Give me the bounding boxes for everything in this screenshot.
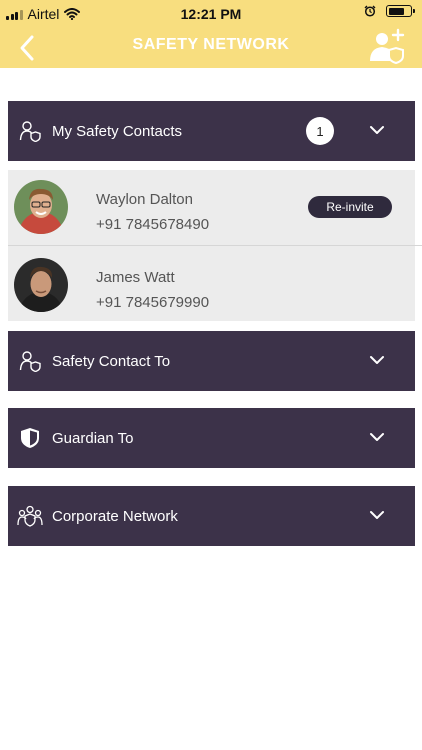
chevron-down-icon[interactable] bbox=[369, 430, 385, 444]
alarm-icon bbox=[364, 5, 376, 17]
avatar bbox=[14, 180, 68, 234]
chevron-down-icon[interactable] bbox=[369, 508, 385, 522]
contact-name: James Watt bbox=[96, 269, 175, 286]
section-label: Guardian To bbox=[52, 429, 134, 447]
page-title: SAFETY NETWORK bbox=[132, 36, 290, 53]
safety-contact-icon bbox=[17, 118, 43, 144]
section-safety-contact-to[interactable]: Safety Contact To bbox=[8, 331, 415, 391]
add-contact-icon[interactable] bbox=[366, 28, 406, 64]
section-my-safety-contacts[interactable]: My Safety Contacts 1 bbox=[8, 101, 415, 161]
contacts-list: Waylon Dalton +91 7845678490 Re-invite J… bbox=[8, 170, 422, 324]
list-item[interactable]: Waylon Dalton +91 7845678490 Re-invite bbox=[8, 170, 422, 246]
avatar bbox=[14, 258, 68, 312]
section-label: My Safety Contacts bbox=[52, 122, 183, 140]
safety-network-screen: Airtel 12:21 PM SAFETY NETWORK My Safety… bbox=[0, 0, 422, 750]
app-header: Airtel 12:21 PM SAFETY NETWORK bbox=[0, 0, 422, 68]
battery-icon bbox=[386, 5, 415, 17]
contact-name: Waylon Dalton bbox=[96, 191, 193, 208]
nav-bar: SAFETY NETWORK bbox=[0, 28, 422, 68]
safety-contact-icon bbox=[17, 348, 43, 374]
chevron-down-icon[interactable] bbox=[369, 123, 385, 137]
section-corporate-network[interactable]: Corporate Network bbox=[8, 486, 415, 546]
contact-phone: +91 7845679990 bbox=[96, 294, 210, 311]
corporate-network-icon bbox=[17, 503, 43, 529]
reinvite-button[interactable]: Re-invite bbox=[308, 196, 392, 218]
divider bbox=[8, 245, 422, 246]
status-bar: Airtel 12:21 PM bbox=[0, 0, 422, 28]
contact-phone: +91 7845678490 bbox=[96, 216, 210, 233]
chevron-down-icon[interactable] bbox=[369, 353, 385, 367]
section-label: Safety Contact To bbox=[52, 352, 171, 370]
section-guardian-to[interactable]: Guardian To bbox=[8, 408, 415, 468]
list-item[interactable]: James Watt +91 7845679990 bbox=[8, 248, 415, 324]
status-time: 12:21 PM bbox=[180, 6, 242, 22]
section-label: Corporate Network bbox=[52, 507, 178, 525]
shield-icon bbox=[17, 425, 43, 451]
contact-count-badge: 1 bbox=[306, 117, 334, 145]
